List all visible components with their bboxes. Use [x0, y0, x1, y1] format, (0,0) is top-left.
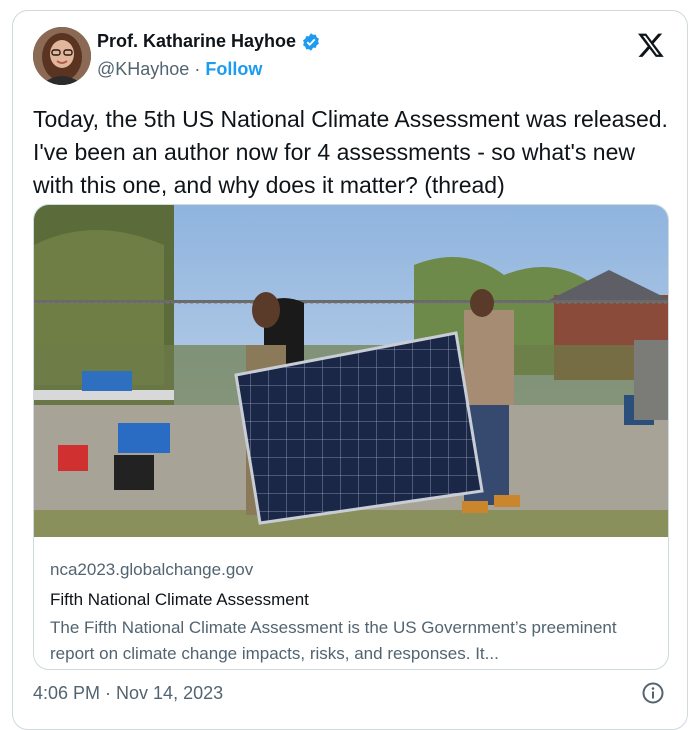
link-preview-card[interactable]: nca2023.globalchange.gov Fifth National … — [33, 204, 669, 670]
info-icon[interactable] — [641, 681, 665, 705]
card-description: The Fifth National Climate Assessment is… — [50, 618, 617, 663]
handle-separator: · — [194, 59, 201, 79]
x-logo-icon[interactable] — [637, 31, 665, 59]
photo-people-carrying-solar-panel — [34, 205, 668, 537]
author-handle[interactable]: @KHayhoe — [97, 59, 189, 79]
author-name[interactable]: Prof. Katharine Hayhoe — [97, 31, 296, 52]
card-domain: nca2023.globalchange.gov — [50, 560, 254, 579]
avatar[interactable] — [33, 27, 91, 85]
card-title: Fifth National Climate Assessment — [50, 590, 309, 609]
verified-badge-icon — [303, 32, 319, 51]
tweet-card[interactable]: Prof. Katharine Hayhoe @KHayhoe · Follow… — [12, 10, 688, 730]
follow-button[interactable]: Follow — [205, 59, 262, 79]
tweet-timestamp[interactable]: 4:06 PM · Nov 14, 2023 — [33, 683, 223, 704]
profile-photo-icon — [33, 27, 91, 85]
tweet-text: Today, the 5th US National Climate Asses… — [33, 106, 668, 198]
